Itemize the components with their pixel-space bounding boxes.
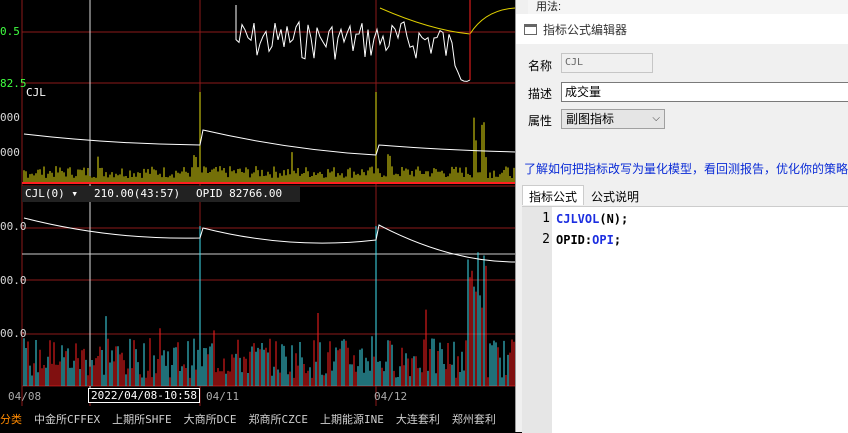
attribute-select[interactable]: 副图指标 ⌵ (561, 109, 665, 129)
code-line: CJLVOL(N); (556, 212, 629, 226)
line-number: 1 (542, 211, 550, 226)
panel-cjl-label: CJL (26, 86, 46, 99)
x-label-2: 04/12 (374, 390, 408, 403)
y-label-sub-lower: 00.0 (0, 327, 27, 340)
y-label-cjl-upper: 000 (0, 111, 20, 124)
panel2-header: CJL(0) ▾ 210.00(43:57) OPID 82766.00 (22, 186, 300, 202)
volume-ma-line (23, 129, 517, 156)
description-label: 描述 (528, 87, 553, 101)
code-line: OPID:OPI; (556, 233, 622, 247)
line-number: 2 (542, 232, 550, 247)
tab-ine[interactable]: 上期能源INE (314, 411, 390, 427)
chart-area[interactable]: 0.5 82.5 CJL 000 000 CJL(0) ▾ 210.00(43:… (0, 0, 520, 432)
quant-model-link[interactable]: 了解如何把指标改写为量化模型，看回测报告，优化你的策略 (524, 160, 848, 177)
tab-cffex[interactable]: 中金所CFFEX (28, 411, 106, 427)
formula-tabs: 指标公式 公式说明 (522, 185, 646, 205)
description-field[interactable]: 成交量 (561, 82, 848, 102)
usage-label: 用法: (528, 0, 848, 15)
tab-dce[interactable]: 大商所DCE (178, 411, 243, 427)
panel2-value: 210.00(43:57) (94, 187, 181, 200)
tab-formula-help[interactable]: 公式说明 (584, 185, 646, 205)
chevron-down-icon[interactable]: ▾ (65, 187, 78, 200)
exchange-tab-bar: 分类 中金所CFFEX 上期所SHFE 大商所DCE 郑商所CZCE 上期能源I… (0, 406, 520, 432)
attribute-value: 副图指标 (566, 112, 615, 126)
tab-category[interactable]: 分类 (0, 411, 28, 427)
code-editor[interactable]: 1 CJLVOL(N); 2 OPID:OPI; (522, 206, 848, 433)
tab-formula[interactable]: 指标公式 (522, 185, 585, 205)
cursor-time-label: 2022/04/08-10:58 (88, 388, 200, 403)
tab-shfe[interactable]: 上期所SHFE (106, 411, 178, 427)
y-label-main-top: 0.5 (0, 25, 20, 38)
average-line (379, 7, 516, 35)
name-field[interactable]: CJL (561, 53, 653, 73)
x-label-0: 04/08 (8, 390, 42, 403)
window-title: 指标公式编辑器 (543, 22, 628, 37)
price-line (235, 5, 471, 82)
window-icon (524, 23, 537, 35)
y-label-sub-upper: 00.0 (0, 220, 27, 233)
y-label-cjl-lower: 000 (0, 146, 20, 159)
chart-canvas[interactable] (0, 0, 520, 432)
tab-czce[interactable]: 郑商所CZCE (243, 411, 315, 427)
x-label-1: 04/11 (206, 390, 240, 403)
formula-editor-window: 用法: 指标公式编辑器 名称 CJL 描述 成交量 属性 副图指标 ⌵ 了解如何… (515, 0, 848, 433)
y-label-sub-mid: 00.0 (0, 274, 27, 287)
attribute-label: 属性 (528, 114, 553, 128)
chevron-down-icon: ⌵ (652, 113, 660, 124)
y-label-main-bottom: 82.5 (0, 77, 27, 90)
tab-dalian-arbitrage[interactable]: 大连套利 (390, 411, 446, 427)
opid-line (23, 217, 517, 263)
panel2-label[interactable]: CJL(0) ▾ (25, 187, 78, 200)
panel2-opid: OPID 82766.00 (196, 187, 283, 200)
window-titlebar[interactable]: 指标公式编辑器 (516, 14, 848, 44)
name-label: 名称 (528, 59, 553, 73)
tab-zhengzhou-arbitrage[interactable]: 郑州套利 (446, 411, 502, 427)
